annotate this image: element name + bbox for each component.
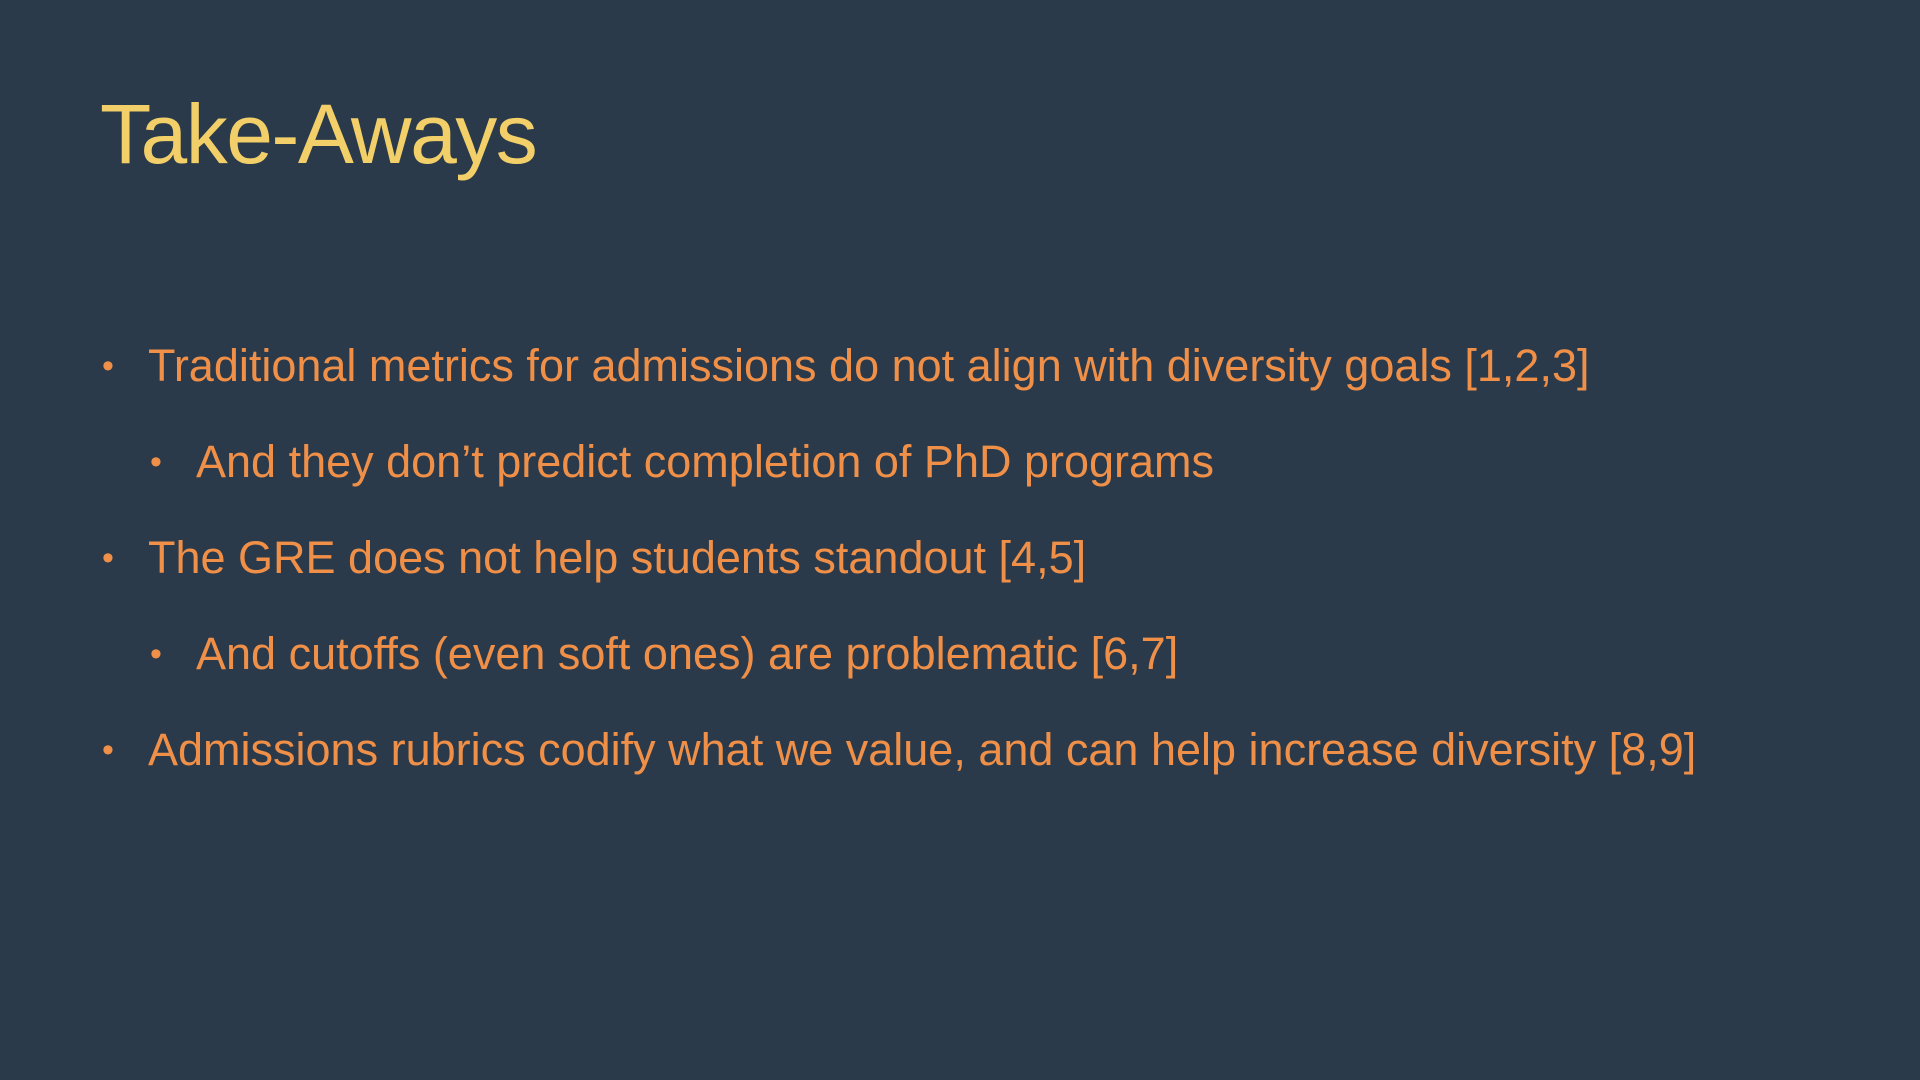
bullet-text: And they don’t predict completion of PhD… — [196, 436, 1215, 487]
bullet-item: • Traditional metrics for admissions do … — [100, 336, 1696, 432]
bullet-dot-icon: • — [150, 443, 162, 481]
bullet-text: The GRE does not help students standout … — [148, 532, 1087, 583]
bullet-text: And cutoffs (even soft ones) are problem… — [196, 628, 1179, 679]
bullet-text: Admissions rubrics codify what we value,… — [148, 724, 1697, 775]
bullet-list: • Traditional metrics for admissions do … — [100, 336, 1696, 816]
sub-bullet-item: • And they don’t predict completion of P… — [100, 432, 1696, 528]
bullet-item: • Admissions rubrics codify what we valu… — [100, 720, 1696, 816]
bullet-dot-icon: • — [102, 539, 114, 577]
bullet-dot-icon: • — [150, 635, 162, 673]
slide-canvas: Take-Aways • Traditional metrics for adm… — [0, 0, 1920, 1080]
bullet-dot-icon: • — [102, 347, 114, 385]
bullet-text: Traditional metrics for admissions do no… — [148, 340, 1590, 391]
bullet-item: • The GRE does not help students standou… — [100, 528, 1696, 624]
slide-title: Take-Aways — [100, 87, 538, 181]
sub-bullet-item: • And cutoffs (even soft ones) are probl… — [100, 624, 1696, 720]
bullet-dot-icon: • — [102, 731, 114, 769]
